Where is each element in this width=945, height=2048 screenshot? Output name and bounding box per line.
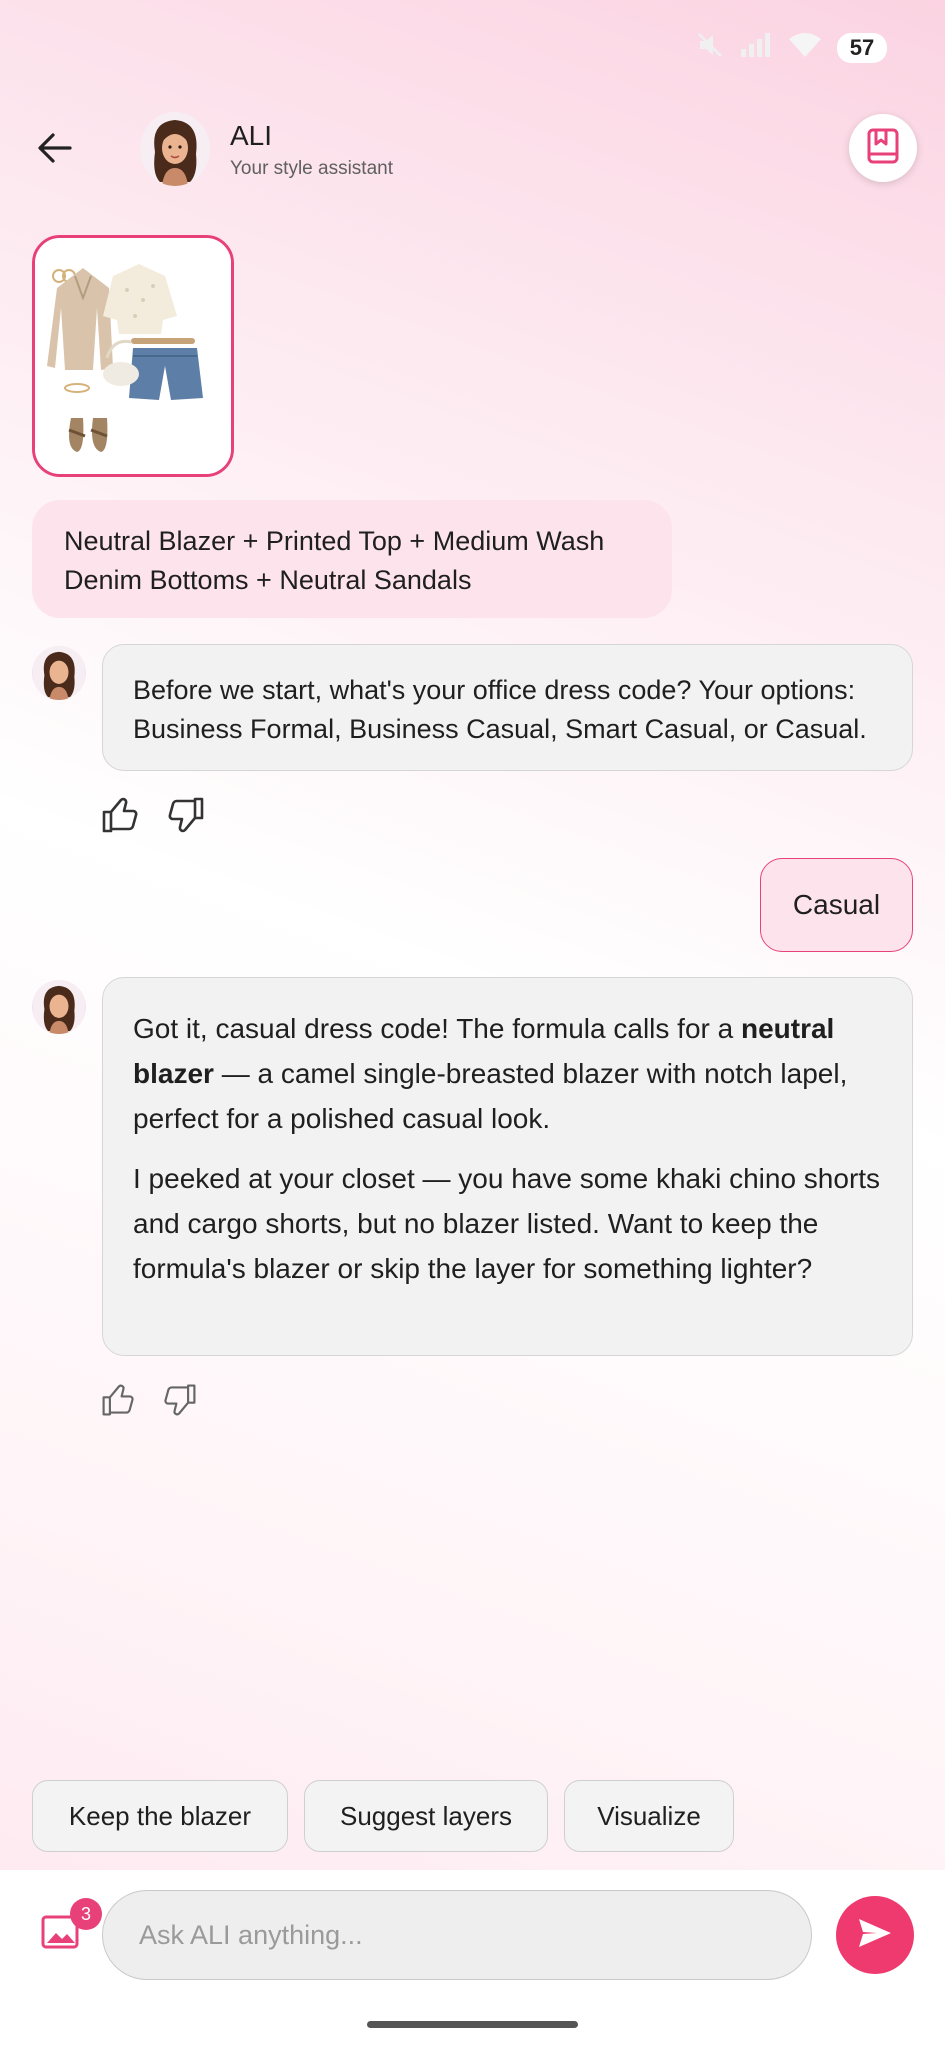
home-indicator[interactable] <box>367 2021 578 2028</box>
message-paragraph: Got it, casual dress code! The formula c… <box>133 1006 882 1141</box>
assistant-avatar <box>140 112 210 186</box>
back-button[interactable] <box>30 120 80 180</box>
image-icon <box>40 1915 80 1956</box>
bookmark-book-icon <box>866 127 900 170</box>
message-text: — a camel single-breasted blazer with no… <box>133 1058 848 1134</box>
thumbs-down-icon[interactable] <box>166 795 206 840</box>
message-feedback <box>100 795 206 840</box>
attachments-count-badge: 3 <box>70 1898 102 1930</box>
assistant-subtitle: Your style assistant <box>230 158 393 179</box>
message-paragraph: I peeked at your closet — you have some … <box>133 1163 881 1284</box>
assistant-message-avatar <box>32 980 86 1034</box>
mute-icon <box>695 30 725 65</box>
status-bar: 57 <box>0 0 945 96</box>
assistant-message: Got it, casual dress code! The formula c… <box>102 977 913 1356</box>
outfit-formula-bubble: Neutral Blazer + Printed Top + Medium Wa… <box>32 500 672 618</box>
message-feedback <box>100 1382 198 1423</box>
suggestion-chip-suggest-layers[interactable]: Suggest layers <box>304 1780 548 1852</box>
thumbs-up-icon[interactable] <box>100 1382 136 1423</box>
outfit-image-card[interactable] <box>32 235 234 477</box>
assistant-message-avatar <box>32 646 86 700</box>
send-button[interactable] <box>836 1896 914 1974</box>
send-icon <box>857 1917 893 1954</box>
message-text: Got it, casual dress code! The formula c… <box>133 1013 741 1044</box>
assistant-message: Before we start, what's your office dres… <box>102 644 913 771</box>
user-message: Casual <box>760 858 913 952</box>
assistant-name: ALI <box>230 120 273 151</box>
thumbs-up-icon[interactable] <box>100 795 140 840</box>
saved-looks-button[interactable] <box>849 114 917 182</box>
arrow-left-icon <box>37 131 73 170</box>
outfit-image <box>35 238 231 474</box>
suggestion-chip-keep-blazer[interactable]: Keep the blazer <box>32 1780 288 1852</box>
battery-indicator: 57 <box>837 32 887 63</box>
signal-icon <box>739 31 773 64</box>
suggestion-chip-visualize[interactable]: Visualize <box>564 1780 734 1852</box>
thumbs-down-icon[interactable] <box>162 1382 198 1423</box>
wifi-icon <box>787 31 823 64</box>
chat-input[interactable] <box>102 1890 812 1980</box>
